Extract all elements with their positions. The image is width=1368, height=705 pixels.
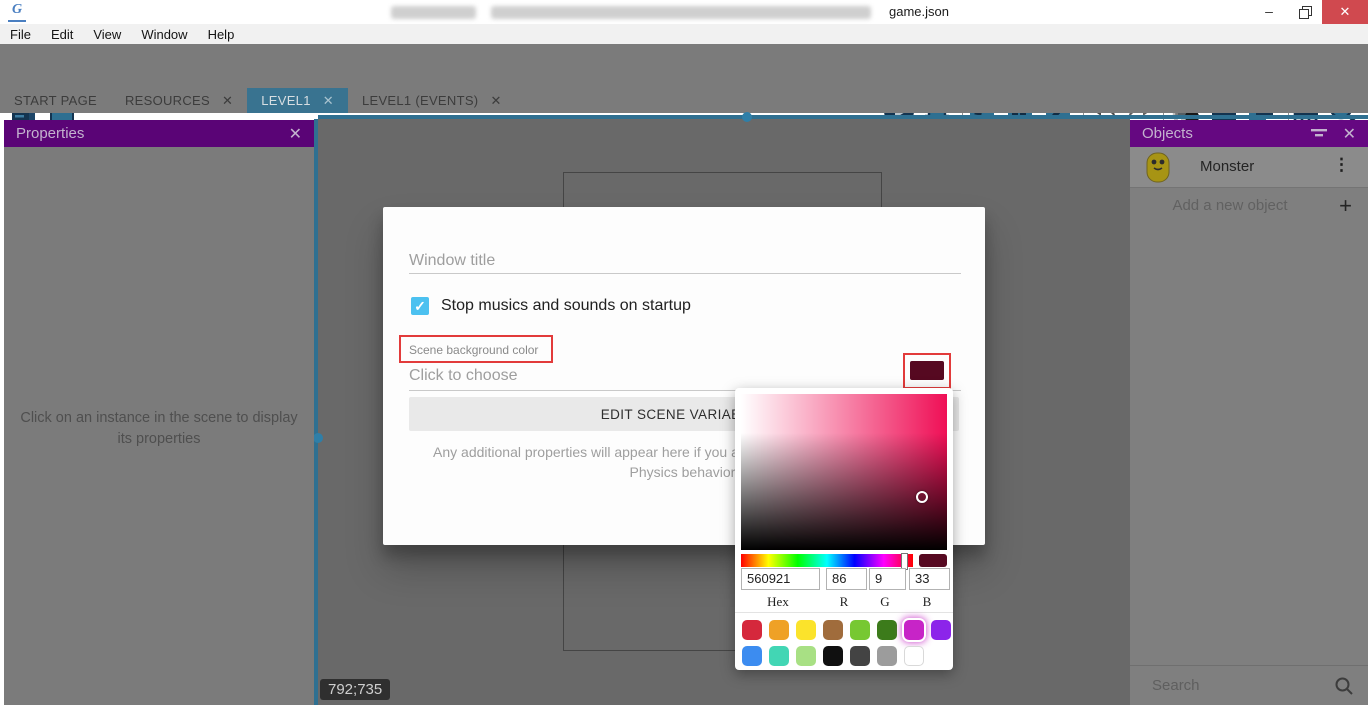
preset-swatch-row	[742, 646, 924, 666]
preset-swatch[interactable]	[742, 646, 762, 666]
menu-bar: File Edit View Window Help	[0, 24, 1368, 45]
preset-swatch[interactable]	[769, 620, 789, 640]
annotation-box-swatch	[903, 353, 951, 389]
close-tab-icon[interactable]: ✕	[222, 93, 233, 109]
object-row-monster[interactable]: Monster ⋮	[1130, 147, 1368, 188]
object-menu-icon[interactable]: ⋮	[1333, 155, 1350, 175]
properties-panel: Properties ✕ Click on an instance in the…	[4, 120, 314, 705]
add-object-row[interactable]: Add a new object +	[1130, 188, 1368, 224]
gdevelop-logo-icon: G	[8, 2, 26, 22]
app-window: G game.json – ✕ File Edit View Window He…	[0, 0, 1368, 705]
search-icon	[1334, 676, 1354, 696]
close-tab-icon[interactable]: ✕	[490, 93, 501, 109]
cursor-coordinates-badge: 792;735	[320, 679, 390, 700]
objects-panel: Objects ✕ Monster ⋮ Add a new object + S…	[1130, 120, 1368, 705]
editor-tabs: START PAGE RESOURCES✕ LEVEL1✕ LEVEL1 (EV…	[0, 88, 1368, 113]
properties-panel-header: Properties ✕	[4, 120, 314, 147]
blue-input[interactable]: 33	[909, 568, 950, 590]
pane-divider-horizontal[interactable]	[318, 115, 1368, 119]
preset-swatch-selected[interactable]	[904, 620, 924, 640]
green-label: G	[869, 594, 901, 610]
input-underline	[409, 273, 961, 274]
hex-label: Hex	[741, 594, 815, 610]
objects-search-row[interactable]: Search	[1130, 665, 1368, 705]
window-title-input[interactable]: Window title	[409, 252, 495, 270]
stop-musics-label: Stop musics and sounds on startup	[441, 297, 691, 315]
search-input[interactable]: Search	[1152, 677, 1200, 694]
tab-level1-events[interactable]: LEVEL1 (EVENTS)✕	[348, 88, 516, 113]
menu-edit[interactable]: Edit	[41, 27, 83, 42]
preset-swatch[interactable]	[877, 620, 897, 640]
monster-thumbnail-icon	[1146, 152, 1170, 183]
title-bar: G game.json – ✕	[0, 0, 1368, 24]
main-toolbar: 1:1	[0, 44, 1368, 88]
hue-slider[interactable]	[741, 554, 913, 567]
preset-swatch[interactable]	[742, 620, 762, 640]
hex-input[interactable]: 560921	[741, 568, 820, 590]
add-object-label: Add a new object	[1130, 197, 1330, 214]
pane-divider-vertical[interactable]	[314, 119, 318, 705]
plus-icon[interactable]: +	[1339, 193, 1352, 219]
redacted-title-text	[391, 6, 476, 19]
green-input[interactable]: 9	[869, 568, 906, 590]
preset-swatch[interactable]	[904, 646, 924, 666]
preset-swatch[interactable]	[796, 620, 816, 640]
properties-empty-message: Click on an instance in the scene to dis…	[18, 408, 300, 450]
redacted-path-text	[491, 6, 871, 19]
properties-panel-title: Properties	[16, 125, 84, 142]
close-panel-icon[interactable]: ✕	[1343, 124, 1356, 144]
preset-swatch[interactable]	[823, 620, 843, 640]
saturation-marker[interactable]	[916, 491, 928, 503]
tab-level1[interactable]: LEVEL1✕	[247, 88, 348, 113]
tab-start-page[interactable]: START PAGE	[0, 88, 111, 113]
preset-swatch[interactable]	[850, 620, 870, 640]
preset-swatch[interactable]	[769, 646, 789, 666]
saturation-gradient[interactable]	[741, 394, 947, 550]
objects-panel-header: Objects ✕	[1130, 120, 1368, 147]
window-title: game.json	[889, 4, 949, 19]
picker-divider	[735, 612, 953, 613]
menu-window[interactable]: Window	[131, 27, 197, 42]
preset-swatch[interactable]	[877, 646, 897, 666]
pane-resize-handle[interactable]	[313, 433, 323, 443]
preset-swatch[interactable]	[796, 646, 816, 666]
picker-current-color-swatch	[919, 554, 947, 567]
close-panel-icon[interactable]: ✕	[289, 124, 302, 144]
blue-label: B	[909, 594, 945, 610]
restore-button[interactable]	[1288, 0, 1322, 24]
color-picker-popover: 560921 86 9 33 Hex R G B	[735, 388, 953, 670]
annotation-box-label	[399, 335, 553, 363]
menu-view[interactable]: View	[83, 27, 131, 42]
menu-file[interactable]: File	[0, 27, 41, 42]
red-input[interactable]: 86	[826, 568, 867, 590]
preset-swatch[interactable]	[931, 620, 951, 640]
red-label: R	[826, 594, 862, 610]
tab-resources[interactable]: RESOURCES✕	[111, 88, 247, 113]
pane-resize-handle[interactable]	[742, 112, 752, 122]
restore-icon	[1299, 9, 1309, 19]
close-button[interactable]: ✕	[1322, 0, 1368, 24]
preset-swatch[interactable]	[823, 646, 843, 666]
menu-help[interactable]: Help	[198, 27, 245, 42]
objects-panel-title: Objects	[1142, 125, 1193, 142]
object-name: Monster	[1200, 158, 1254, 175]
filter-icon[interactable]	[1309, 127, 1329, 141]
stop-musics-checkbox[interactable]: ✓	[411, 297, 429, 315]
preset-swatch[interactable]	[850, 646, 870, 666]
color-field[interactable]: Click to choose	[409, 367, 518, 385]
minimize-button[interactable]: –	[1252, 0, 1286, 24]
close-tab-icon[interactable]: ✕	[323, 93, 334, 109]
preset-swatch-row	[742, 620, 951, 640]
